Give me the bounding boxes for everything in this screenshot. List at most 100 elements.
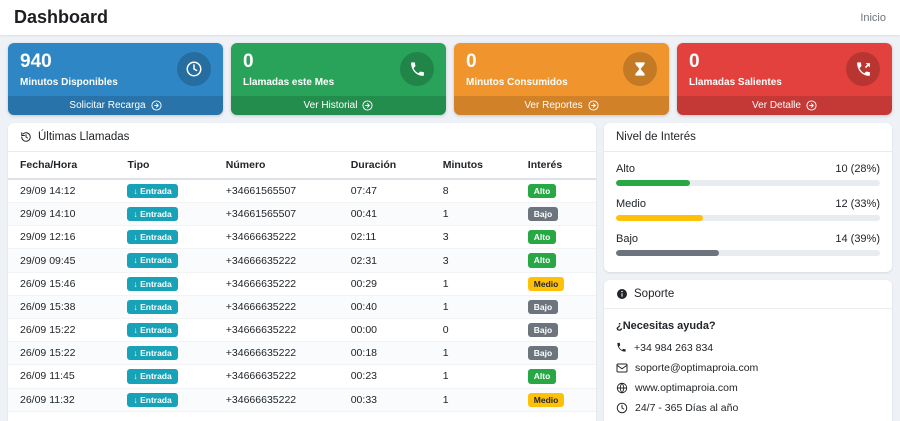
stat-action-label: Solicitar Recarga: [69, 99, 146, 111]
phone-outgoing-icon: [846, 52, 880, 86]
stat-card-text: 940 Minutos Disponibles: [20, 51, 118, 88]
call-tipo: ↓ Entrada: [115, 202, 214, 227]
interes-badge: Medio: [527, 392, 565, 407]
stat-value: 0: [243, 51, 254, 72]
interes-badge: Bajo: [527, 299, 559, 315]
globe-icon: [616, 382, 628, 394]
call-minutos: 8: [430, 178, 516, 204]
panel-title: Últimas Llamadas: [38, 130, 130, 143]
solicitar-recarga-button[interactable]: Solicitar Recarga: [8, 95, 223, 115]
call-datetime: 29/09 14:12: [8, 178, 116, 204]
tipo-badge: ↓ Entrada: [127, 346, 178, 361]
call-duracion: 00:33: [338, 388, 431, 412]
nav-link-inicio[interactable]: Inicio: [860, 12, 886, 24]
soporte-panel: Soporte ¿Necesitas ayuda? +34 984 263 83…: [604, 279, 892, 421]
call-datetime: 26/09 15:38: [8, 295, 116, 320]
stat-card-minutos-consumidos: 0 Minutos Consumidos Ver Reportes: [454, 43, 669, 115]
stat-action-label: Ver Historial: [303, 99, 358, 111]
call-duracion: 07:47: [338, 178, 431, 204]
call-interes: Bajo: [515, 318, 596, 343]
interest-label: Medio: [616, 197, 646, 210]
stat-action-label: Ver Reportes: [524, 99, 583, 111]
progress-fill: [616, 214, 704, 221]
support-text: 24/7 - 365 Días al año: [635, 401, 739, 414]
tipo-badge: ↓ Entrada: [127, 392, 178, 407]
stat-card-body: 940 Minutos Disponibles: [8, 43, 223, 96]
tipo-badge: ↓ Entrada: [127, 230, 178, 245]
stat-card-text: 0 Llamadas Salientes: [677, 43, 892, 96]
column-header: Interés: [515, 151, 596, 180]
table-row: 29/09 14:10 ↓ Entrada +34661565507 00:41 1 Ba…: [8, 202, 596, 227]
calls-table: Fecha/Hora Tipo Número Duración Minutos Inter…: [8, 151, 596, 412]
interest-item: Medio 12 (33%): [616, 198, 880, 221]
tipo-badge: ↓ Entrada: [127, 323, 178, 338]
call-interes: Medio: [515, 388, 596, 412]
interes-badge: Medio: [527, 276, 565, 291]
call-minutos: 1: [430, 295, 516, 320]
stat-cards-row: 940 Minutos Disponibles Solicitar Recarg…: [0, 35, 900, 123]
call-duracion: 00:23: [338, 364, 431, 389]
call-numero: +34661565507: [213, 202, 339, 227]
stat-label: Minutos Disponibles: [20, 76, 118, 88]
tipo-badge: ↓ Entrada: [127, 207, 178, 222]
arrow-right-circle-icon: [806, 100, 817, 111]
call-numero: +34661565507: [213, 178, 339, 204]
interest-value: 14 (39%): [835, 232, 880, 245]
right-sidebar: Nivel de Interés Alto 10 (28%) Medio 12 (33…: [604, 122, 892, 421]
column-header: Minutos: [430, 151, 516, 180]
stat-value: 0: [466, 51, 477, 72]
support-text: soporte@optimaproia.com: [635, 361, 759, 374]
progress-bar: [616, 249, 880, 256]
panel-header: Nivel de Interés: [604, 123, 892, 152]
stat-action-label: Ver Detalle: [752, 99, 801, 111]
arrow-right-circle-icon: [588, 100, 599, 111]
arrow-right-circle-icon: [151, 100, 162, 111]
ultimas-llamadas-panel: Últimas Llamadas Fecha/Hora Tipo Número Dur…: [8, 122, 596, 421]
panel-title: Soporte: [634, 287, 675, 300]
stat-card-text: 0 Llamadas este Mes: [243, 51, 335, 88]
call-tipo: ↓ Entrada: [115, 248, 214, 273]
call-minutos: 1: [430, 202, 516, 227]
clock-icon: [616, 402, 628, 414]
call-duracion: 02:11: [338, 225, 431, 250]
calls-table-body: 29/09 14:12 ↓ Entrada +34661565507 07:47 8 Al…: [8, 178, 596, 412]
call-minutos: 1: [430, 341, 516, 366]
support-heading: ¿Necesitas ayuda?: [616, 319, 716, 332]
call-numero: +34666635222: [213, 272, 339, 296]
table-row: 26/09 15:38 ↓ Entrada +34666635222 00:40 1 Ba…: [8, 295, 596, 320]
call-duracion: 00:41: [338, 202, 431, 227]
stat-value: 940: [20, 51, 52, 72]
table-footer: Ver Todas las Llamadas: [8, 412, 596, 421]
call-duracion: 00:18: [338, 341, 431, 366]
call-duracion: 02:31: [338, 248, 431, 273]
ver-historial-button[interactable]: Ver Historial: [231, 95, 446, 115]
table-row: 26/09 11:32 ↓ Entrada +34666635222 00:33 1 Me…: [8, 388, 596, 412]
call-interes: Bajo: [515, 295, 596, 320]
call-minutos: 1: [430, 364, 516, 389]
call-duracion: 00:00: [338, 318, 431, 343]
ver-detalle-button[interactable]: Ver Detalle: [677, 95, 892, 115]
call-tipo: ↓ Entrada: [115, 225, 214, 250]
table-row: 26/09 15:22 ↓ Entrada +34666635222 00:00 0 Ba…: [8, 318, 596, 343]
interest-list: Alto 10 (28%) Medio 12 (33%) Bajo 14 (39%): [604, 152, 892, 272]
clock-icon: [177, 52, 211, 86]
stat-label: Llamadas este Mes: [243, 76, 335, 88]
call-numero: +34666635222: [213, 248, 339, 273]
column-header: Fecha/Hora: [8, 151, 116, 180]
call-datetime: 29/09 09:45: [8, 248, 116, 273]
stat-card-body: 0 Llamadas este Mes: [231, 43, 446, 96]
calls-table-header-row: Fecha/Hora Tipo Número Duración Minutos Inter…: [8, 151, 596, 180]
call-minutos: 0: [430, 318, 516, 343]
stat-card-llamadas-mes: 0 Llamadas este Mes Ver Historial: [231, 43, 446, 115]
column-header: Número: [213, 151, 339, 180]
ver-reportes-button[interactable]: Ver Reportes: [454, 95, 669, 115]
tipo-badge: ↓ Entrada: [127, 369, 178, 384]
call-tipo: ↓ Entrada: [115, 318, 214, 343]
panel-title: Nivel de Interés: [616, 130, 696, 143]
call-datetime: 26/09 15:22: [8, 318, 116, 343]
interes-badge: Alto: [527, 253, 557, 268]
support-text: +34 984 263 834: [634, 341, 714, 354]
call-interes: Alto: [515, 178, 596, 204]
interes-badge: Bajo: [527, 346, 559, 361]
stat-card-minutos-disponibles: 940 Minutos Disponibles Solicitar Recarg…: [8, 43, 223, 115]
